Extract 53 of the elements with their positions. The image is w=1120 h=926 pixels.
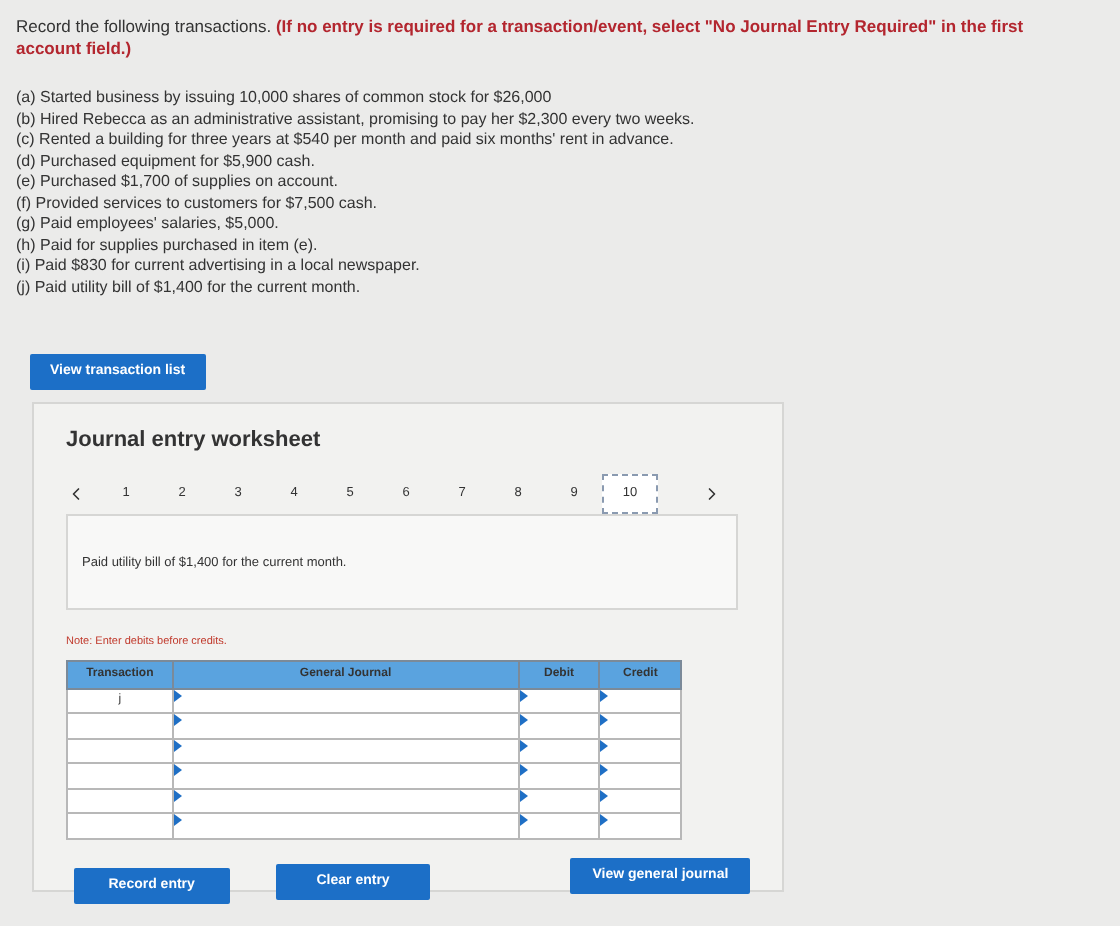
entry-marker-icon: [600, 814, 609, 827]
entry-marker-icon: [600, 789, 609, 802]
transaction-text: (i) Paid $830 for current advertising in a local newspaper.: [16, 256, 422, 277]
entry-cell[interactable]: [599, 688, 681, 714]
entry-cell[interactable]: [518, 788, 600, 814]
entry-cell[interactable]: [172, 688, 519, 714]
entry-cell[interactable]: [172, 788, 519, 814]
entry-marker-icon: [600, 739, 609, 752]
entry-cell[interactable]: [172, 763, 519, 789]
entry-cell[interactable]: [599, 713, 681, 739]
transaction-text: (j) Paid utility bill of $1,400 for the current month.: [16, 277, 363, 298]
entry-marker-icon: [173, 814, 182, 827]
entry-cell[interactable]: [172, 713, 519, 739]
transaction-cell[interactable]: [67, 813, 173, 839]
transaction-text: (c) Rented a building for three years at $540 per month and paid six months' rent in advance.: [16, 130, 676, 151]
entry-marker-icon: [600, 764, 609, 777]
transaction-text: (h) Paid for supplies purchased in item (e).: [16, 235, 320, 256]
entry-cell[interactable]: [518, 738, 600, 764]
entry-marker-icon: [173, 764, 182, 777]
entry-marker-icon: [173, 689, 182, 702]
entry-cell[interactable]: [599, 813, 681, 839]
entry-cell[interactable]: [599, 738, 681, 764]
entry-marker-icon: [519, 789, 528, 802]
entry-cell[interactable]: [599, 788, 681, 814]
transaction-cell[interactable]: [67, 763, 173, 789]
entry-marker-icon: [519, 814, 528, 827]
entry-marker-icon: [173, 714, 182, 727]
transaction-cell[interactable]: [67, 738, 173, 764]
entry-cell[interactable]: [518, 813, 600, 839]
transaction-text: (e) Purchased $1,700 of supplies on account.: [16, 172, 340, 193]
transaction-text: (g) Paid employees' salaries, $5,000.: [16, 214, 281, 235]
entry-marker-icon: [173, 739, 182, 752]
entry-marker-icon: [173, 789, 182, 802]
transaction-text: (b) Hired Rebecca as an administrative assistant, promising to pay her $2,300 every two weeks.: [16, 109, 697, 130]
instructions-text: Record the following transactions. (If no entry is required for a transaction/event, select "No Journal Entry Required" in the first account field.): [16, 16, 1026, 60]
entry-marker-icon: [519, 764, 528, 777]
worksheet-title: Journal entry worksheet: [66, 426, 323, 456]
entry-cell[interactable]: [518, 713, 600, 739]
transaction-cell[interactable]: [67, 788, 173, 814]
entry-marker-icon: [519, 739, 528, 752]
entry-cell[interactable]: [599, 763, 681, 789]
entry-marker-icon: [519, 689, 528, 702]
transaction-cell[interactable]: [67, 713, 173, 739]
entry-cell[interactable]: [518, 763, 600, 789]
entry-cell[interactable]: [172, 738, 519, 764]
entry-marker-icon: [600, 689, 609, 702]
transaction-text: (f) Provided services to customers for $7,500 cash.: [16, 193, 380, 214]
entry-marker-icon: [519, 714, 528, 727]
entry-marker-icon: [600, 714, 609, 727]
entry-cell[interactable]: [172, 813, 519, 839]
transaction-text: (a) Started business by issuing 10,000 shares of common stock for $26,000: [16, 88, 554, 109]
transaction-text: (d) Purchased equipment for $5,900 cash.: [16, 151, 317, 172]
entry-cell[interactable]: [518, 688, 600, 714]
